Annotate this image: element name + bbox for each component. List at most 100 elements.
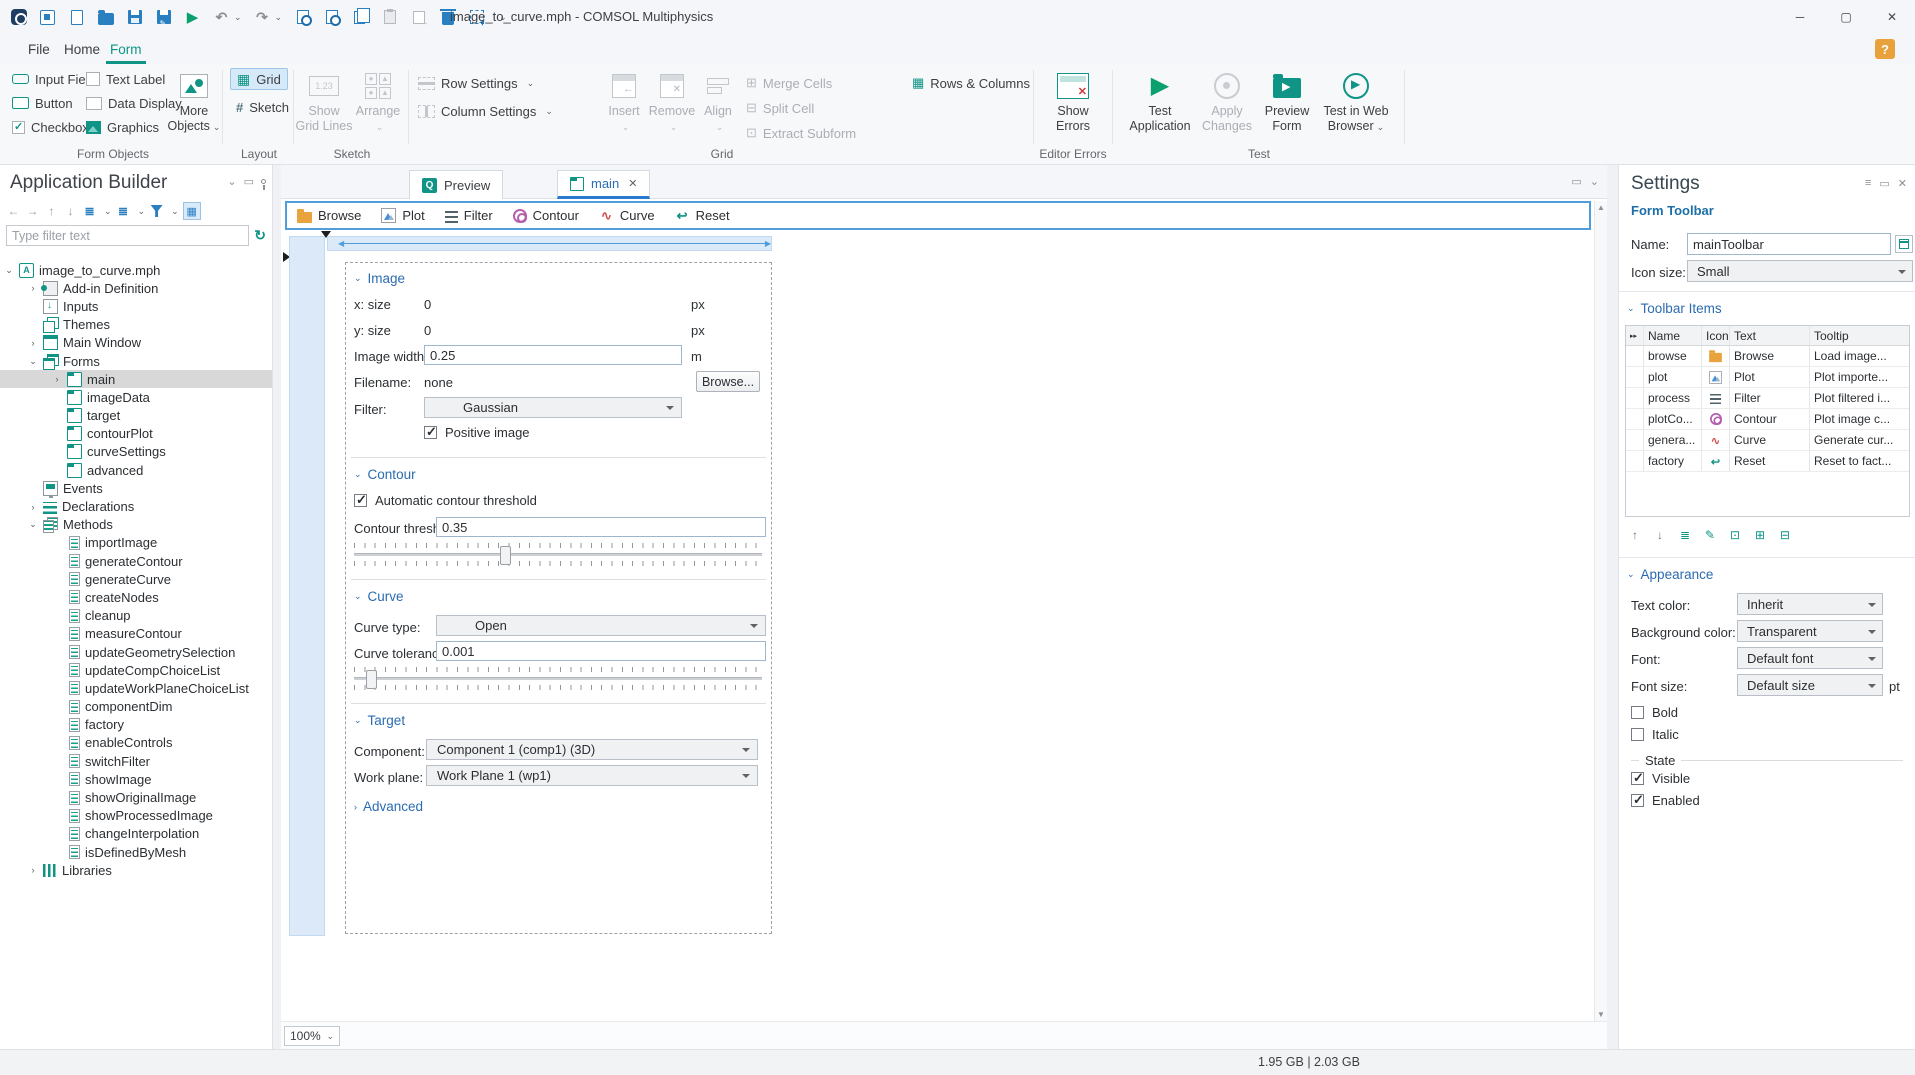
row-settings-button[interactable]: Row Settings ⌄ [418, 72, 534, 94]
tree-item-declarations[interactable]: › Declarations [0, 497, 272, 515]
back-icon[interactable]: ← [6, 202, 21, 220]
section-contour[interactable]: ⌄ Contour [354, 467, 416, 482]
tree-item-generatecontour[interactable]: generateContour [0, 552, 272, 570]
tab-form[interactable]: Form [106, 34, 146, 64]
plot-toolbar-button[interactable]: Plot [381, 208, 425, 223]
section-image[interactable]: ⌄ Image [354, 271, 405, 286]
open-file-icon[interactable] [97, 9, 114, 26]
curve-tolerance-input[interactable] [436, 641, 766, 661]
tree-item-importimage[interactable]: importImage [0, 534, 272, 552]
tree-item-contourplot[interactable]: contourPlot [0, 425, 272, 443]
filter-select[interactable]: Gaussian [424, 397, 682, 418]
section-target[interactable]: ⌄ Target [354, 713, 405, 728]
panel-pin-icon[interactable] [261, 179, 266, 190]
browse-toolbar-button[interactable]: Browse [297, 208, 361, 223]
tree-item-showimage[interactable]: showImage [0, 770, 272, 788]
tree-item-showoriginalimage[interactable]: showOriginalImage [0, 788, 272, 806]
tree-item-isdefinedbymesh[interactable]: isDefinedByMesh [0, 843, 272, 861]
image-width-input[interactable] [424, 345, 682, 365]
tree-item-libraries[interactable]: › Libraries [0, 861, 272, 879]
move-up-icon[interactable]: ↑ [44, 202, 59, 220]
settings-close-icon[interactable]: ✕ [1898, 177, 1907, 190]
undo-icon[interactable]: ↶ [213, 9, 230, 26]
save-icon[interactable] [126, 9, 143, 26]
settings-float-icon[interactable]: ▭ [1879, 177, 1889, 190]
name-input[interactable] [1687, 233, 1891, 255]
tree-item-curvesettings[interactable]: curveSettings [0, 443, 272, 461]
scroll-up-icon[interactable]: ▲ [1597, 203, 1605, 212]
tree-item-events[interactable]: Events [0, 479, 272, 498]
table-row-plotcontour[interactable]: plotCo... Contour Plot image c... [1626, 409, 1909, 430]
tree-item-forms[interactable]: ⌄ Forms [0, 352, 272, 370]
expand-levels-caret-icon[interactable]: ⌄ [104, 206, 112, 217]
checkbox-object-button[interactable]: Checkbox [12, 116, 89, 138]
contour-threshold-input[interactable] [436, 517, 766, 537]
browse-file-button[interactable]: Browse... [696, 371, 760, 392]
canvas-scrollbar[interactable]: ▲ ▼ [1594, 201, 1607, 1021]
tree-item-enablecontrols[interactable]: enableControls [0, 734, 272, 752]
positive-image-checkbox[interactable]: Positive image [424, 424, 530, 440]
settings-menu-icon[interactable]: ≡ [1865, 177, 1871, 190]
tree-item-showprocessedimage[interactable]: showProcessedImage [0, 807, 272, 825]
tree-item-main-window[interactable]: › Main Window [0, 334, 272, 352]
filter-toolbar-button[interactable]: Filter [444, 208, 493, 223]
remove-table-row-button[interactable]: ⊟ [1777, 527, 1793, 543]
visible-checkbox[interactable]: Visible [1631, 770, 1690, 786]
undo-caret-icon[interactable]: ⌄ [234, 12, 242, 23]
tree-item-componentdim[interactable]: componentDim [0, 698, 272, 716]
table-row-browse[interactable]: browse Browse Load image... [1626, 346, 1909, 367]
redo-icon[interactable]: ↷ [254, 9, 271, 26]
section-toolbar-items[interactable]: ⌄ Toolbar Items [1627, 301, 1722, 316]
tree-item-themes[interactable]: Themes [0, 316, 272, 334]
table-row-plot[interactable]: plot Plot Plot importe... [1626, 367, 1909, 388]
font-size-select[interactable]: Default size [1737, 674, 1883, 696]
curve-tolerance-slider[interactable] [348, 667, 768, 695]
auto-contour-threshold-checkbox[interactable]: Automatic contour threshold [354, 492, 537, 508]
expand-levels-icon[interactable]: ≣ [82, 202, 97, 220]
table-row-process[interactable]: process Filter Plot filtered i... [1626, 388, 1909, 409]
panel-splitter-right[interactable] [1607, 165, 1618, 1049]
section-appearance[interactable]: ⌄ Appearance [1627, 567, 1713, 582]
tab-main[interactable]: main ✕ [557, 170, 651, 199]
filter-tree-icon[interactable] [149, 202, 164, 220]
help-button[interactable]: ? [1875, 39, 1895, 59]
filter-tree-caret-icon[interactable]: ⌄ [171, 206, 179, 217]
tree-item-inputs[interactable]: Inputs [0, 297, 272, 315]
panel-float-icon[interactable]: ▭ [244, 175, 254, 188]
edit-name-button[interactable] [1895, 235, 1913, 253]
tree-item-updateworkplanechoicelist[interactable]: updateWorkPlaneChoiceList [0, 679, 272, 697]
input-field-button[interactable]: Input Field [12, 68, 96, 90]
slider-thumb[interactable] [366, 670, 377, 689]
add-item-button[interactable]: ≣ [1677, 527, 1693, 543]
rows-columns-button[interactable]: ▦ Rows & Columns [912, 72, 1030, 94]
italic-checkbox[interactable]: Italic [1631, 727, 1679, 742]
copy-icon[interactable] [352, 7, 370, 26]
enabled-checkbox[interactable]: Enabled [1631, 792, 1700, 808]
section-advanced[interactable]: › Advanced [354, 799, 423, 814]
redo-caret-icon[interactable]: ⌄ [275, 12, 283, 23]
editor-menu-icon[interactable]: ⌄ [1590, 175, 1599, 188]
section-curve[interactable]: ⌄ Curve [354, 589, 404, 604]
tree-item-advanced[interactable]: advanced [0, 461, 272, 479]
icon-size-select[interactable]: Small [1687, 260, 1913, 282]
grid-column-strip[interactable] [289, 236, 325, 936]
collapse-levels-icon[interactable]: ≣ [116, 202, 131, 220]
show-errors-button[interactable]: ShowErrors [1035, 68, 1111, 134]
tree-item-updatecompchoicelist[interactable]: updateCompChoiceList [0, 661, 272, 679]
expand-all-icon[interactable]: ▸▸ [1626, 326, 1644, 345]
tree-item-factory[interactable]: factory [0, 716, 272, 734]
form-grid-cell[interactable]: ⌄ Image x: size 0 px y: size 0 px Image w… [345, 262, 772, 934]
find-in-form-icon[interactable] [323, 9, 341, 26]
panel-splitter-left[interactable] [273, 165, 281, 1049]
curve-toolbar-button[interactable]: Curve [599, 208, 655, 223]
refresh-icon[interactable]: ↻ [254, 227, 266, 244]
editor-tools-toggle-icon[interactable]: ▦ [182, 202, 201, 220]
close-button[interactable]: ✕ [1869, 0, 1915, 34]
grid-mode-button[interactable]: ▦ Grid [230, 68, 288, 90]
slider-thumb[interactable] [500, 546, 511, 565]
button-object-button[interactable]: Button [12, 92, 73, 114]
test-in-web-browser-button[interactable]: Test in WebBrowser⌄ [1314, 68, 1398, 135]
panel-menu-icon[interactable]: ⌄ [227, 175, 236, 188]
zoom-level-select[interactable]: 100% ⌄ [284, 1026, 340, 1046]
editor-float-icon[interactable]: ▭ [1571, 175, 1581, 188]
